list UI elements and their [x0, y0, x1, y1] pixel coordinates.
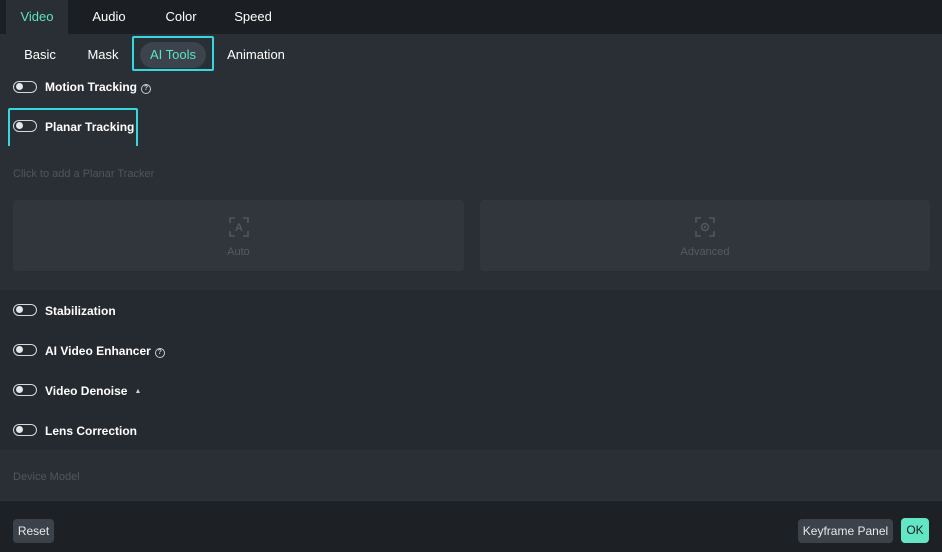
subtab-basic[interactable]: Basic	[14, 42, 66, 68]
auto-track-icon: A	[228, 217, 249, 237]
planar-tracking-label: Planar Tracking	[45, 120, 135, 134]
stabilization-label: Stabilization	[45, 304, 116, 318]
reset-button[interactable]: Reset	[13, 519, 54, 543]
toggle-knob	[15, 346, 23, 353]
sub-tab-bar: Basic Mask AI Tools Animation	[0, 34, 942, 74]
caret-up-icon[interactable]: ▲	[134, 388, 141, 395]
planar-tracking-toggle[interactable]	[13, 120, 37, 132]
motion-tracking-row: Motion Tracking?	[0, 74, 942, 104]
help-circle-icon[interactable]: ?	[154, 348, 165, 358]
subtab-ai-tools-label: AI Tools	[149, 47, 196, 62]
subtab-mask[interactable]: Mask	[80, 42, 126, 68]
video-denoise-text: Video Denoise	[45, 384, 128, 398]
motion-tracking-text: Motion Tracking	[45, 80, 138, 94]
ai-video-enhancer-row: AI Video Enhancer?	[0, 330, 942, 370]
device-model-panel: Device Model	[0, 450, 942, 500]
planar-tracker-panel: Click to add a Planar Tracker A Auto Adv…	[0, 146, 942, 290]
keyframe-panel-button[interactable]: Keyframe Panel	[798, 519, 893, 543]
video-denoise-toggle[interactable]	[13, 384, 37, 396]
motion-tracking-toggle[interactable]	[13, 81, 37, 93]
subtab-ai-tools[interactable]: AI Tools	[134, 42, 212, 68]
video-denoise-row: Video Denoise ▲	[0, 370, 942, 410]
footer-bar: Reset Keyframe Panel OK	[0, 500, 942, 552]
help-circle-icon[interactable]: ?	[141, 84, 152, 94]
lens-correction-toggle[interactable]	[13, 424, 37, 436]
advanced-tracker-label: Advanced	[680, 246, 730, 258]
ai-video-enhancer-text: AI Video Enhancer	[45, 344, 151, 358]
video-denoise-label: Video Denoise ▲	[45, 384, 141, 398]
tab-audio[interactable]: Audio	[80, 0, 138, 34]
toggle-knob	[15, 386, 23, 393]
svg-text:A: A	[235, 222, 243, 234]
stabilization-toggle[interactable]	[13, 304, 37, 316]
subtab-animation[interactable]: Animation	[220, 42, 292, 68]
stabilization-row: Stabilization	[0, 290, 942, 330]
advanced-tracker-button[interactable]: Advanced	[480, 200, 930, 271]
auto-tracker-button[interactable]: A Auto	[13, 200, 464, 271]
advanced-track-icon	[695, 217, 715, 237]
tab-speed[interactable]: Speed	[224, 0, 282, 34]
ok-button[interactable]: OK	[901, 518, 929, 543]
toggle-knob	[15, 426, 23, 433]
lens-correction-label: Lens Correction	[45, 424, 138, 438]
tab-color[interactable]: Color	[152, 0, 210, 34]
toggle-knob	[15, 122, 23, 129]
tab-video[interactable]: Video	[6, 0, 68, 34]
auto-tracker-label: Auto	[227, 246, 250, 258]
toggle-knob	[15, 83, 23, 90]
device-model-label: Device Model	[13, 471, 80, 483]
planar-tracker-hint: Click to add a Planar Tracker	[13, 168, 155, 180]
top-tab-bar: Video Audio Color Speed	[0, 0, 942, 34]
planar-tracking-row: Planar Tracking	[0, 104, 942, 146]
lens-correction-row: Lens Correction	[0, 410, 942, 450]
ai-video-enhancer-label: AI Video Enhancer?	[45, 344, 165, 358]
ai-video-enhancer-toggle[interactable]	[13, 344, 37, 356]
toggle-knob	[15, 306, 23, 313]
motion-tracking-label: Motion Tracking?	[45, 80, 152, 94]
